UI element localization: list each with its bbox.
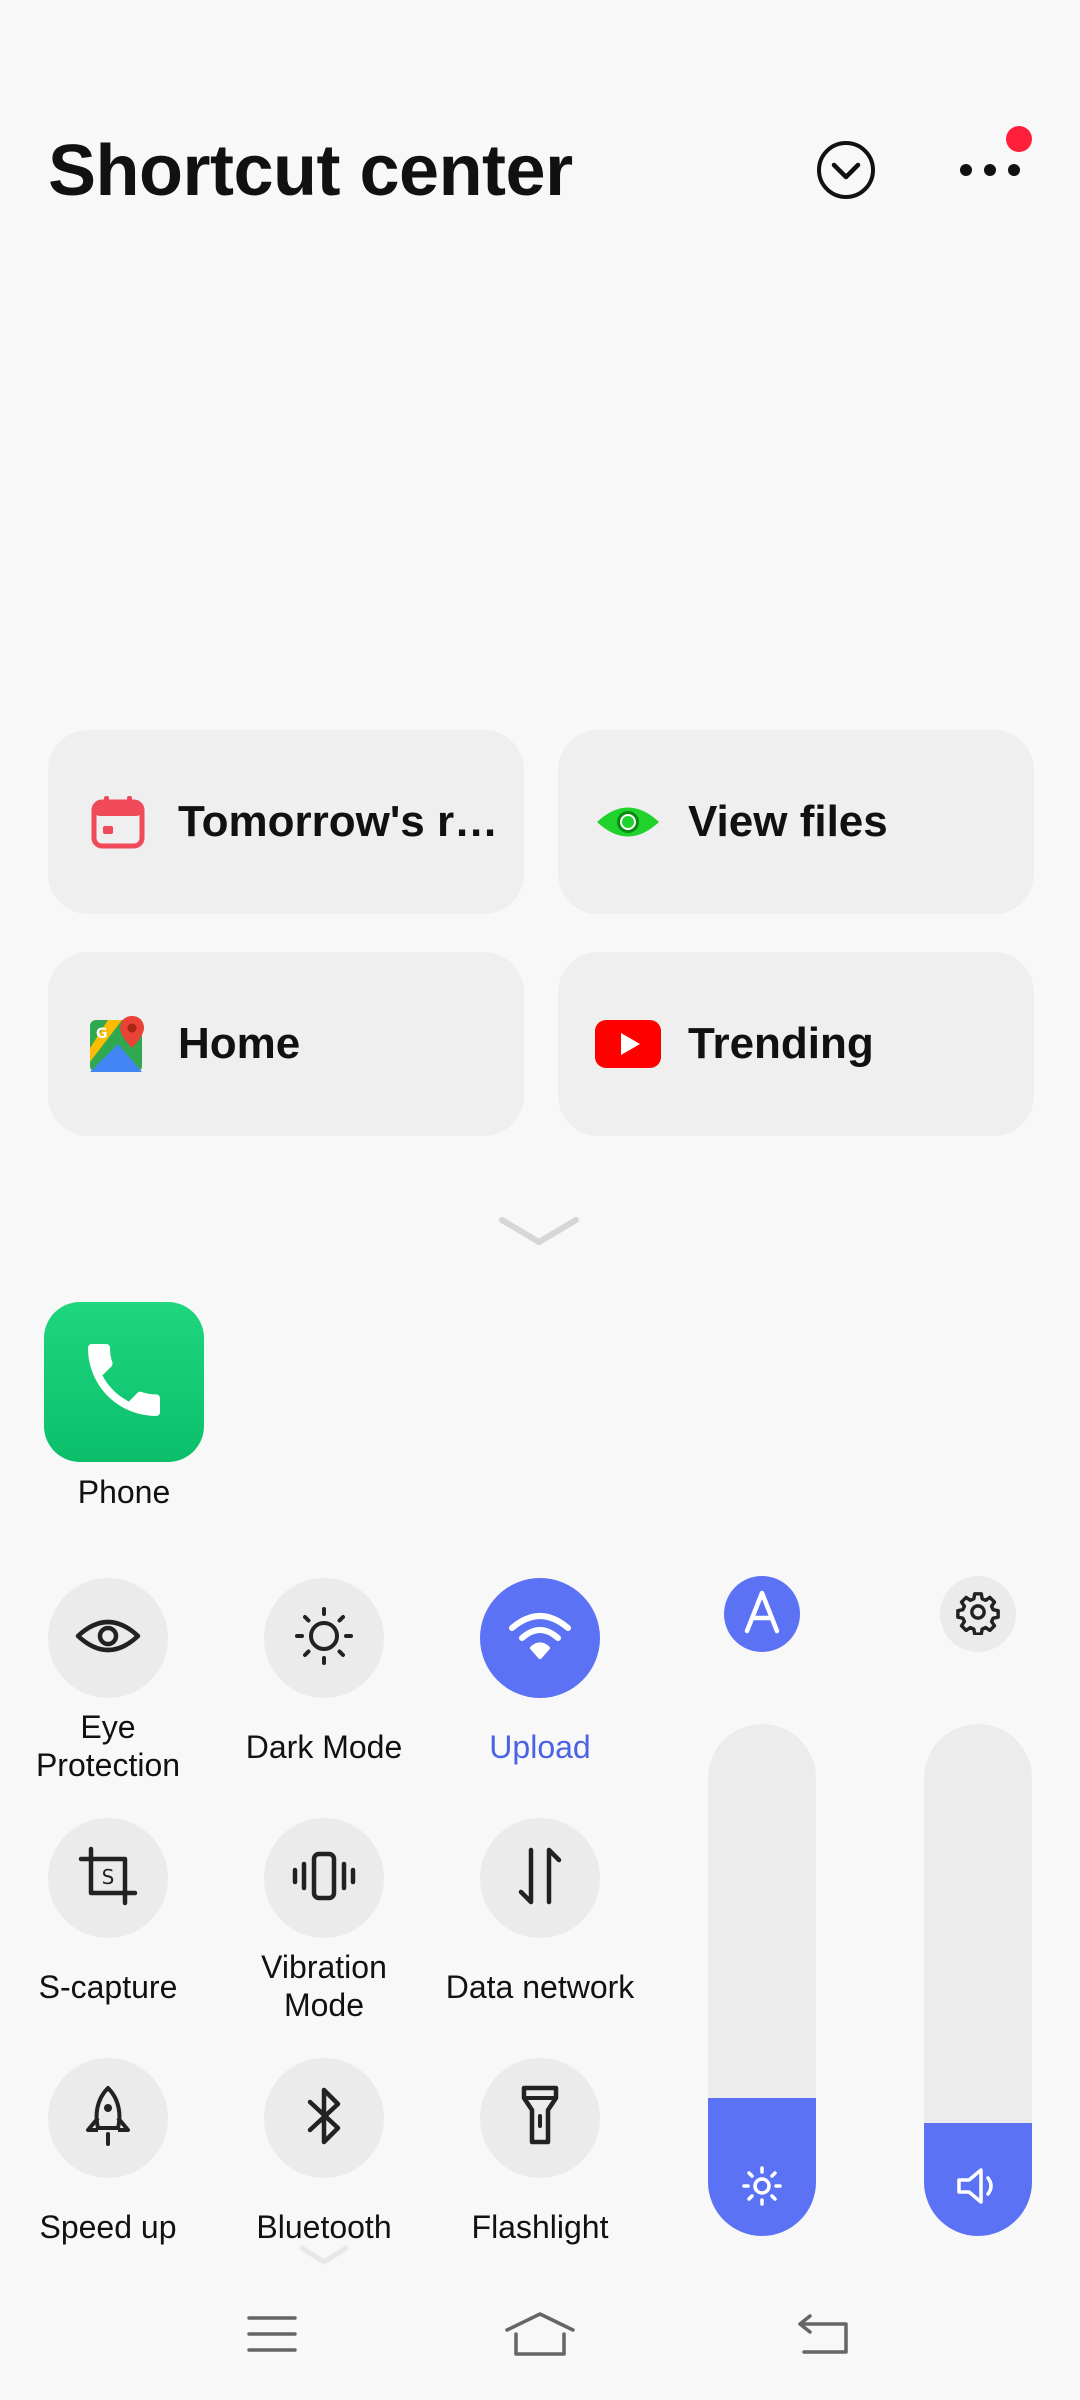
chevron-down-icon	[496, 1217, 582, 1254]
calendar-icon	[84, 788, 152, 856]
shortcut-label: Tomorrow's re…	[178, 797, 508, 846]
toggle-label: Upload	[489, 1729, 591, 1765]
toggle-upload[interactable]	[480, 1578, 600, 1698]
toggle-label: Dark Mode	[245, 1729, 403, 1765]
sound-settings-button[interactable]	[940, 1576, 1016, 1652]
expand-handle[interactable]	[496, 1212, 582, 1255]
collapse-button[interactable]	[806, 132, 886, 212]
auto-brightness-button[interactable]	[724, 1576, 800, 1652]
maps-icon: G	[84, 1010, 152, 1078]
dark-mode-icon	[294, 1606, 354, 1671]
toggle-label: Speed up	[39, 2209, 177, 2245]
crop-icon: S	[77, 1845, 139, 1912]
toggle-label: Vibration Mode	[261, 1949, 387, 2023]
notification-dot	[1006, 126, 1032, 152]
menu-icon	[246, 2314, 298, 2359]
auto-brightness-icon	[739, 1589, 785, 1640]
toggle-data-network[interactable]	[480, 1818, 600, 1938]
toggle-flashlight[interactable]	[480, 2058, 600, 2178]
shortcut-label: View files	[688, 797, 888, 846]
toggle-dark-mode[interactable]	[264, 1578, 384, 1698]
toggle-label: Eye Protection	[35, 1709, 181, 1783]
nav-back-button[interactable]	[784, 2306, 864, 2366]
shortcut-card-calendar[interactable]: Tomorrow's re…	[48, 730, 524, 914]
toggle-label: Data network	[445, 1969, 635, 2005]
toggle-s-capture[interactable]: S	[48, 1818, 168, 1938]
gear-icon	[955, 1589, 1001, 1640]
shortcut-card-youtube[interactable]: Trending	[558, 952, 1034, 1136]
toggle-eye-protection[interactable]	[48, 1578, 168, 1698]
rocket-icon	[82, 2084, 134, 2153]
page-title: Shortcut center	[48, 131, 573, 211]
svg-text:S: S	[102, 1865, 115, 1889]
toggle-label: Bluetooth	[256, 2209, 392, 2245]
vibration-icon	[292, 1848, 356, 1909]
shortcut-card-maps[interactable]: G Home	[48, 952, 524, 1136]
shortcut-card-files[interactable]: View files	[558, 730, 1034, 914]
youtube-icon	[594, 1010, 662, 1078]
toggle-speed-up[interactable]	[48, 2058, 168, 2178]
shortcut-label: Home	[178, 1019, 301, 1068]
toggle-label: Flashlight	[471, 2209, 609, 2245]
flashlight-icon	[518, 2084, 562, 2153]
brightness-slider[interactable]	[708, 1724, 816, 2236]
speaker-icon	[924, 2166, 1032, 2206]
bluetooth-icon	[304, 2084, 344, 2153]
volume-slider[interactable]	[924, 1724, 1032, 2236]
grid-collapse-handle[interactable]	[298, 2244, 350, 2271]
chevron-down-icon	[298, 2245, 350, 2270]
home-icon	[504, 2310, 576, 2363]
toggle-vibration-mode[interactable]	[264, 1818, 384, 1938]
nav-home-button[interactable]	[500, 2306, 580, 2366]
phone-icon	[76, 1332, 172, 1433]
data-arrows-icon	[515, 1846, 565, 1911]
toggle-label: S-capture	[38, 1969, 178, 2005]
eye-icon	[594, 788, 662, 856]
phone-app[interactable]	[44, 1302, 204, 1462]
more-dots-icon	[958, 160, 1022, 185]
sun-icon	[708, 2166, 816, 2206]
back-icon	[796, 2312, 852, 2361]
nav-recents-button[interactable]	[232, 2306, 312, 2366]
svg-text:G: G	[96, 1026, 108, 1042]
toggle-bluetooth[interactable]	[264, 2058, 384, 2178]
phone-app-label: Phone	[77, 1474, 171, 1510]
shortcut-label: Trending	[688, 1019, 874, 1068]
chevron-down-circle-icon	[815, 139, 877, 206]
wifi-icon	[508, 1610, 572, 1667]
eye-icon	[74, 1614, 142, 1663]
